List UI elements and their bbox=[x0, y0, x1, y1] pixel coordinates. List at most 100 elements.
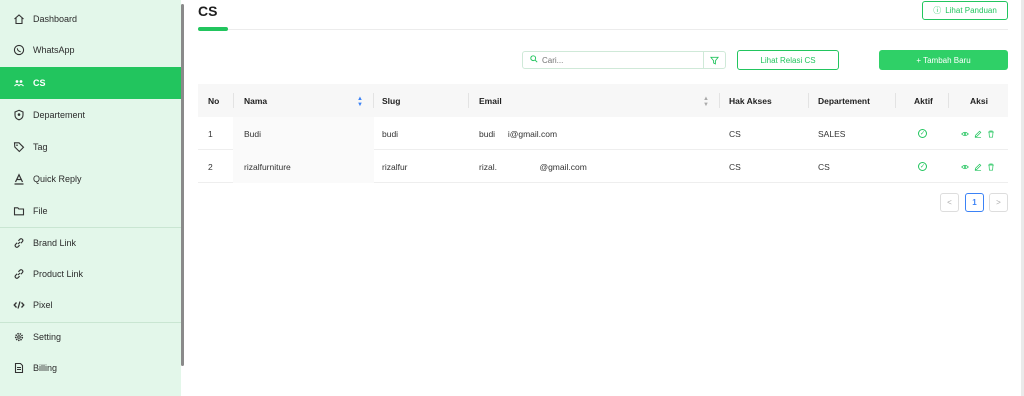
column-header-departement: Departement bbox=[818, 95, 870, 106]
sidebar-item-tag[interactable]: Tag bbox=[0, 131, 181, 163]
column-separator bbox=[948, 93, 949, 108]
email-prefix: rizal. bbox=[479, 161, 497, 172]
header-divider bbox=[198, 29, 1008, 30]
sidebar-item-label: Setting bbox=[33, 332, 62, 342]
receipt-icon bbox=[13, 362, 25, 374]
sidebar-item-label: WhatsApp bbox=[33, 45, 75, 55]
badge-icon bbox=[13, 109, 25, 121]
cell-slug: budi bbox=[382, 128, 399, 139]
cell-no: 1 bbox=[208, 128, 213, 139]
sidebar-item-cs[interactable]: CS bbox=[0, 67, 181, 99]
view-icon[interactable] bbox=[960, 162, 969, 171]
sidebar-item-label: Product Link bbox=[33, 269, 84, 279]
sidebar-item-label: CS bbox=[33, 78, 46, 88]
view-icon[interactable] bbox=[960, 129, 969, 138]
search-box bbox=[522, 51, 726, 69]
guide-button-label: Lihat Panduan bbox=[945, 6, 997, 15]
edit-icon[interactable] bbox=[973, 162, 982, 171]
sidebar-item-file[interactable]: File bbox=[0, 195, 181, 227]
pagination-prev[interactable]: < bbox=[940, 193, 959, 212]
pagination-page-1[interactable]: 1 bbox=[965, 193, 984, 212]
sidebar-item-label: Quick Reply bbox=[33, 174, 82, 184]
column-separator bbox=[373, 93, 374, 108]
sidebar-item-quick-reply[interactable]: Quick Reply bbox=[0, 163, 181, 195]
sidebar-item-whatsapp[interactable]: WhatsApp bbox=[0, 34, 181, 66]
guide-button[interactable]: ⓘ Lihat Panduan bbox=[922, 1, 1008, 20]
column-header-no: No bbox=[208, 95, 220, 106]
cell-email: rizal. xxxxxxxxxx @gmail.com bbox=[479, 150, 587, 183]
column-separator bbox=[468, 93, 469, 108]
sidebar-item-product-link[interactable]: Product Link bbox=[0, 258, 181, 290]
cell-aktif: ✓ bbox=[918, 150, 927, 183]
redacted-email-part: xxxxxxxxxx bbox=[496, 161, 540, 172]
sidebar-item-label: Billing bbox=[33, 363, 58, 373]
whatsapp-icon bbox=[13, 44, 25, 56]
cell-no: 2 bbox=[208, 161, 213, 172]
sidebar-item-label: Pixel bbox=[33, 300, 53, 310]
folder-icon bbox=[13, 205, 25, 217]
cell-aksi bbox=[960, 150, 995, 183]
cell-aktif: ✓ bbox=[918, 117, 927, 150]
column-separator bbox=[895, 93, 896, 108]
cell-aksi bbox=[960, 117, 995, 150]
help-circle-icon: ⓘ bbox=[933, 6, 942, 15]
email-prefix: budi bbox=[479, 128, 496, 139]
main-content: CS ⓘ Lihat Panduan Lihat Relasi CS + Tam… bbox=[184, 0, 1024, 396]
column-header-nama[interactable]: Nama bbox=[244, 84, 267, 117]
sidebar-item-label: Departement bbox=[33, 110, 86, 120]
table-header: No Nama ▲ ▼ Slug Email ▲ ▼ Hak Akses Depar… bbox=[198, 84, 1008, 117]
sidebar-item-pixel[interactable]: Pixel bbox=[0, 289, 181, 321]
redacted-email-part: xxx bbox=[495, 128, 508, 139]
sidebar-item-dashboard[interactable]: Dashboard bbox=[0, 3, 181, 35]
tag-icon bbox=[13, 141, 25, 153]
column-header-slug: Slug bbox=[382, 95, 401, 106]
active-check-icon: ✓ bbox=[918, 162, 927, 171]
code-icon bbox=[13, 299, 25, 311]
sidebar-item-label: Tag bbox=[33, 142, 48, 152]
text-a-icon bbox=[13, 173, 25, 185]
sort-icon[interactable]: ▲ ▼ bbox=[357, 96, 363, 108]
column-header-aksi: Aksi bbox=[970, 95, 988, 106]
cell-nama: Budi bbox=[244, 128, 262, 139]
cell-slug: rizalfur bbox=[382, 161, 408, 172]
sort-icon[interactable]: ▲ ▼ bbox=[703, 96, 709, 108]
search-input[interactable] bbox=[542, 55, 702, 65]
sidebar-item-brand-link[interactable]: Brand Link bbox=[0, 227, 181, 259]
delete-icon[interactable] bbox=[986, 129, 995, 138]
column-header-email[interactable]: Email bbox=[479, 84, 502, 117]
sidebar-item-billing[interactable]: Billing bbox=[0, 352, 181, 384]
email-suffix: i@gmail.com bbox=[507, 128, 558, 139]
cell-nama: rizalfurniture bbox=[244, 161, 291, 172]
link-icon bbox=[13, 268, 25, 280]
page-title: CS bbox=[198, 3, 218, 19]
column-header-hak-akses: Hak Akses bbox=[729, 95, 772, 106]
sidebar: Dashboard WhatsApp CS Departement Tag Qu… bbox=[0, 0, 181, 396]
sidebar-item-label: Dashboard bbox=[33, 14, 78, 24]
filter-icon[interactable] bbox=[703, 52, 725, 68]
home-icon bbox=[13, 13, 25, 25]
sidebar-item-label: File bbox=[33, 206, 48, 216]
column-header-aktif: Aktif bbox=[914, 95, 933, 106]
email-suffix: @gmail.com bbox=[539, 161, 587, 172]
cell-email: budi xxx i@gmail.com bbox=[479, 117, 557, 150]
cell-hak-akses: CS bbox=[729, 161, 741, 172]
sidebar-item-label: Brand Link bbox=[33, 238, 77, 248]
pagination-next[interactable]: > bbox=[989, 193, 1008, 212]
view-relasi-button[interactable]: Lihat Relasi CS bbox=[737, 50, 839, 70]
cell-departement: CS bbox=[818, 161, 830, 172]
sidebar-item-departement[interactable]: Departement bbox=[0, 99, 181, 131]
delete-icon[interactable] bbox=[986, 162, 995, 171]
add-new-button[interactable]: + Tambah Baru bbox=[879, 50, 1008, 70]
active-check-icon: ✓ bbox=[918, 129, 927, 138]
title-underline bbox=[198, 27, 228, 31]
column-separator bbox=[719, 93, 720, 108]
gear-icon bbox=[13, 331, 25, 343]
table-row: 1 Budi budi budi xxx i@gmail.com CS SALES … bbox=[198, 117, 1008, 150]
cell-hak-akses: CS bbox=[729, 128, 741, 139]
users-icon bbox=[13, 77, 25, 89]
sidebar-item-setting[interactable]: Setting bbox=[0, 321, 181, 353]
edit-icon[interactable] bbox=[973, 129, 982, 138]
table-row: 2 rizalfurniture rizalfur rizal. xxxxxxxx… bbox=[198, 150, 1008, 183]
column-separator bbox=[233, 93, 234, 108]
search-icon bbox=[530, 55, 542, 65]
